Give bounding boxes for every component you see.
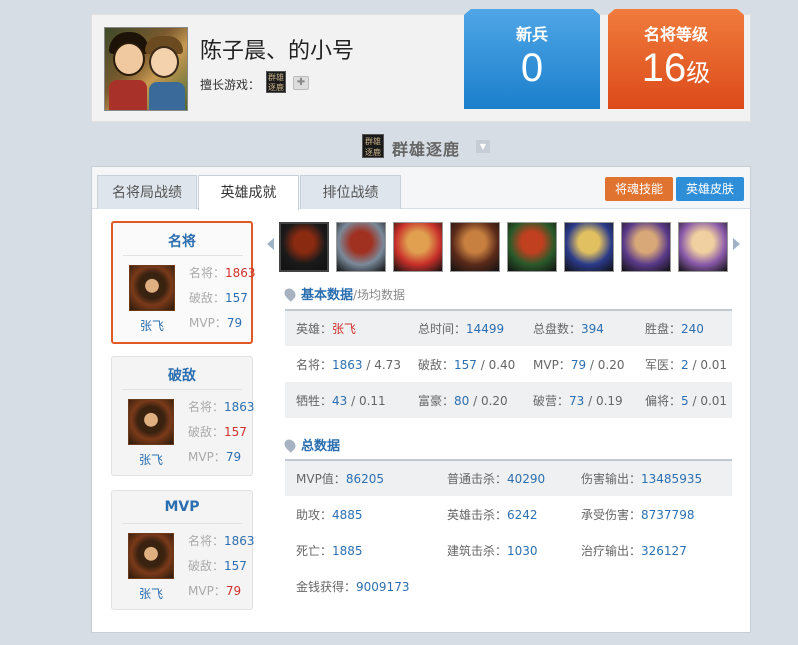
stat-cell: 破敌：157 / 0.40 (418, 357, 516, 372)
hero-portrait-8[interactable] (678, 222, 728, 272)
stat-cell: 总盘数：394 (522, 310, 634, 346)
hero-avatar (128, 399, 174, 445)
location-pin-icon (282, 437, 298, 453)
hero-portrait-6[interactable] (564, 222, 614, 272)
table-row: 助攻：4885 英雄击杀：6242 承受伤害：8737798 (285, 496, 732, 532)
card-stat-row: 破敌：157 (189, 291, 248, 305)
chevron-left-icon[interactable] (267, 238, 274, 250)
stat-cell: 军医：2 / 0.01 (645, 357, 728, 372)
user-avatar[interactable] (104, 27, 188, 111)
tab-ranked-record[interactable]: 排位战绩 (300, 175, 401, 209)
game-selector-icon: 群雄逐鹿 (362, 134, 384, 158)
card-stat-row: 破敌：157 (188, 425, 247, 439)
stat-cell: 助攻：4885 (296, 507, 363, 522)
hero-portrait-3[interactable] (393, 222, 443, 272)
card-stat-row: MVP：79 (188, 584, 242, 598)
rank-badge-value: 0 (520, 46, 544, 90)
card-stat-row: MVP：79 (188, 450, 242, 464)
rank-badge: 新兵 0 (464, 9, 600, 109)
hero-portrait-1[interactable] (279, 222, 329, 272)
hero-avatar (128, 533, 174, 579)
best-general-card[interactable]: 名将 张飞 名将：1863 破敌：157 MVP：79 (111, 221, 256, 344)
stat-cell: 金钱获得：9009173 (296, 579, 410, 594)
card-stat-row: 名将：1863 (189, 266, 256, 280)
hero-skin-button[interactable]: 英雄皮肤 (676, 177, 745, 201)
basic-data-title: 基本数据/场均数据 (282, 284, 405, 303)
level-badge-value: 16级 (641, 46, 711, 90)
stat-cell: 总时间：14499 (407, 310, 522, 346)
rank-badge-title: 新兵 (515, 25, 548, 44)
stat-cell: 英雄：张飞 (285, 310, 407, 346)
hero-name[interactable]: 张飞 (128, 451, 174, 468)
card-stat-row: 名将：1863 (188, 400, 255, 414)
favorite-game-label: 擅长游戏： (200, 78, 261, 92)
stat-cell: 死亡：1885 (296, 543, 363, 558)
card-stat-row: MVP：79 (189, 316, 243, 330)
stat-cell: 承受伤害：8737798 (581, 507, 695, 522)
hero-portrait-4[interactable] (450, 222, 500, 272)
table-row: 死亡：1885 建筑击杀：1030 治疗输出：326127 (285, 532, 732, 568)
hero-portrait-7[interactable] (621, 222, 671, 272)
table-row: 名将：1863 / 4.73 破敌：157 / 0.40 MVP：79 / 0.… (285, 346, 732, 382)
gear-icon[interactable]: ✚ (293, 76, 309, 90)
stat-cell: 牺牲：43 / 0.11 (285, 382, 407, 418)
stat-cell: 富豪：80 / 0.20 (407, 382, 522, 418)
tab-hero-achievements[interactable]: 英雄成就 (198, 175, 299, 210)
game-icon[interactable]: 群雄逐鹿 (266, 71, 286, 93)
best-mvp-card[interactable]: MVP 张飞 名将：1863 破敌：157 MVP：79 (111, 490, 255, 610)
achievements-panel: 名将局战绩 英雄成就 排位战绩 将魂技能 英雄皮肤 名将 张飞 名将：1863 … (91, 166, 751, 633)
hero-portrait-2[interactable] (336, 222, 386, 272)
hero-name[interactable]: 张飞 (128, 585, 174, 602)
level-badge-title: 名将等级 (643, 25, 708, 44)
profile-header: 陈子晨、的小号 擅长游戏： 群雄逐鹿 ✚ 新兵 0 名将等级 16级 (91, 9, 751, 122)
stat-cell: 破营：73 / 0.19 (522, 382, 634, 418)
stat-cell: 英雄击杀：6242 (447, 507, 538, 522)
game-selector-name: 群雄逐鹿 (392, 140, 461, 159)
location-pin-icon (282, 286, 298, 302)
total-data-table: MVP值：86205 普通击杀：40290 伤害输出：13485935 助攻：4… (285, 459, 732, 604)
stat-cell: 胜盘：240 (634, 310, 732, 346)
table-row: MVP值：86205 普通击杀：40290 伤害输出：13485935 (285, 460, 732, 496)
basic-data-table: 英雄：张飞 总时间：14499 总盘数：394 胜盘：240 名将：1863 /… (285, 309, 732, 418)
hero-name[interactable]: 张飞 (129, 317, 175, 334)
stat-cell: 名将：1863 / 4.73 (296, 357, 401, 372)
chevron-right-icon[interactable] (733, 238, 740, 250)
stat-cell: 治疗输出：326127 (581, 543, 687, 558)
stat-cell: MVP值：86205 (285, 460, 436, 496)
card-title: MVP (164, 499, 200, 515)
username: 陈子晨、的小号 (200, 39, 355, 64)
best-defeat-card[interactable]: 破敌 张飞 名将：1863 破敌：157 MVP：79 (111, 356, 255, 476)
chevron-down-icon[interactable]: ▼ (476, 140, 490, 153)
hero-avatar (129, 265, 175, 311)
stat-cell: 伤害输出：13485935 (570, 460, 732, 496)
hero-portrait-5[interactable] (507, 222, 557, 272)
table-row: 金钱获得：9009173 (285, 568, 732, 604)
card-stat-row: 名将：1863 (188, 534, 255, 548)
table-row: 英雄：张飞 总时间：14499 总盘数：394 胜盘：240 (285, 310, 732, 346)
stat-cell: MVP：79 / 0.20 (533, 357, 625, 372)
tab-famous-general-record[interactable]: 名将局战绩 (97, 175, 197, 209)
total-data-title: 总数据 (282, 435, 340, 454)
card-title: 破敌 (168, 368, 196, 384)
soul-skill-button[interactable]: 将魂技能 (605, 177, 674, 201)
tabs-bar: 名将局战绩 英雄成就 排位战绩 将魂技能 英雄皮肤 (92, 167, 750, 210)
stat-cell: 建筑击杀：1030 (447, 543, 538, 558)
table-row: 牺牲：43 / 0.11 富豪：80 / 0.20 破营：73 / 0.19 偏… (285, 382, 732, 418)
stat-cell: 普通击杀：40290 (436, 460, 570, 496)
card-title: 名将 (168, 234, 196, 250)
stat-cell: 偏将：5 / 0.01 (634, 382, 732, 418)
level-badge: 名将等级 16级 (608, 9, 744, 109)
card-stat-row: 破敌：157 (188, 559, 247, 573)
